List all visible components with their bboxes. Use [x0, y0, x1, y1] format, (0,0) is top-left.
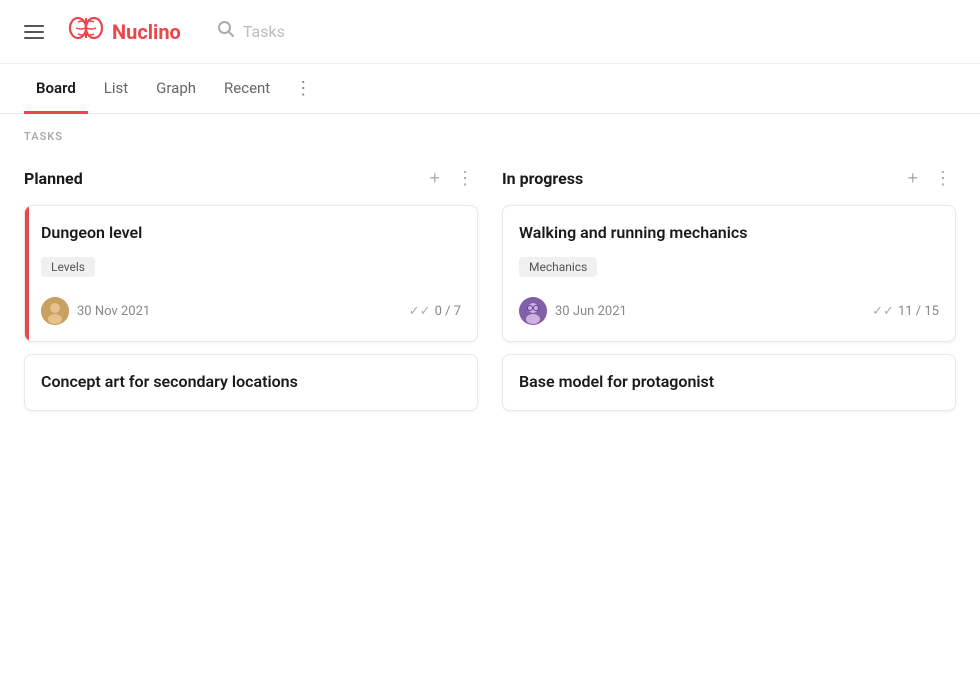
column-in-progress-actions: + ⋮	[903, 167, 956, 189]
double-check-icon: ✓✓	[409, 304, 431, 319]
card-walking-mechanics-date: 30 Jun 2021	[555, 304, 627, 319]
card-dungeon-level[interactable]: Dungeon level Levels 30	[24, 205, 478, 342]
column-in-progress-header: In progress + ⋮	[502, 167, 956, 189]
logo-area: Nuclino	[68, 12, 181, 51]
nav-tabs: Board List Graph Recent ⋮	[0, 64, 980, 114]
logo-brain-icon	[68, 12, 104, 51]
search-icon	[217, 20, 235, 43]
column-in-progress-add-button[interactable]: +	[903, 167, 922, 189]
card-dungeon-level-date: 30 Nov 2021	[77, 304, 150, 319]
brain-svg	[68, 12, 104, 44]
card-walking-mechanics-progress-value: 11 / 15	[898, 304, 939, 319]
card-walking-mechanics-footer: 30 Jun 2021 ✓✓ 11 / 15	[519, 297, 939, 325]
app-header: Nuclino Tasks	[0, 0, 980, 64]
column-in-progress-more-button[interactable]: ⋮	[930, 167, 956, 189]
card-walking-mechanics-avatar	[519, 297, 547, 325]
column-planned-actions: + ⋮	[425, 167, 478, 189]
column-in-progress: In progress + ⋮ Walking and running mech…	[502, 167, 956, 411]
avatar-date-area: 30 Nov 2021	[41, 297, 150, 325]
column-planned-header: Planned + ⋮	[24, 167, 478, 189]
hamburger-menu-button[interactable]	[20, 21, 48, 43]
card-base-model-title: Base model for protagonist	[519, 371, 939, 393]
column-planned-title: Planned	[24, 169, 83, 188]
section-label: TASKS	[0, 114, 980, 151]
card-dungeon-level-title: Dungeon level	[41, 222, 461, 244]
tab-graph[interactable]: Graph	[144, 65, 208, 114]
nav-more-button[interactable]: ⋮	[286, 64, 321, 113]
card-dungeon-level-progress-value: 0 / 7	[435, 304, 461, 319]
board-container: Planned + ⋮ Dungeon level Levels	[0, 151, 980, 427]
card-base-model[interactable]: Base model for protagonist	[502, 354, 956, 410]
column-planned-more-button[interactable]: ⋮	[452, 167, 478, 189]
search-area[interactable]: Tasks	[217, 20, 285, 43]
column-planned-add-button[interactable]: +	[425, 167, 444, 189]
card-concept-art[interactable]: Concept art for secondary locations	[24, 354, 478, 410]
search-placeholder: Tasks	[243, 22, 285, 41]
card-walking-mechanics[interactable]: Walking and running mechanics Mechanics	[502, 205, 956, 342]
card-walking-mechanics-title: Walking and running mechanics	[519, 222, 939, 244]
logo-text: Nuclino	[112, 20, 181, 44]
column-planned: Planned + ⋮ Dungeon level Levels	[24, 167, 478, 411]
card-dungeon-level-tag: Levels	[41, 257, 95, 277]
avatar-date-area-2: 30 Jun 2021	[519, 297, 627, 325]
double-check-icon-2: ✓✓	[872, 304, 894, 319]
card-dungeon-level-footer: 30 Nov 2021 ✓✓ 0 / 7	[41, 297, 461, 325]
card-walking-mechanics-progress: ✓✓ 11 / 15	[872, 304, 939, 319]
card-concept-art-title: Concept art for secondary locations	[41, 371, 461, 393]
card-dungeon-level-avatar	[41, 297, 69, 325]
column-in-progress-title: In progress	[502, 169, 583, 188]
card-dungeon-level-progress: ✓✓ 0 / 7	[409, 304, 461, 319]
tab-list[interactable]: List	[92, 65, 140, 114]
tab-board[interactable]: Board	[24, 65, 88, 114]
card-walking-mechanics-tag: Mechanics	[519, 257, 597, 277]
tab-recent[interactable]: Recent	[212, 65, 282, 114]
